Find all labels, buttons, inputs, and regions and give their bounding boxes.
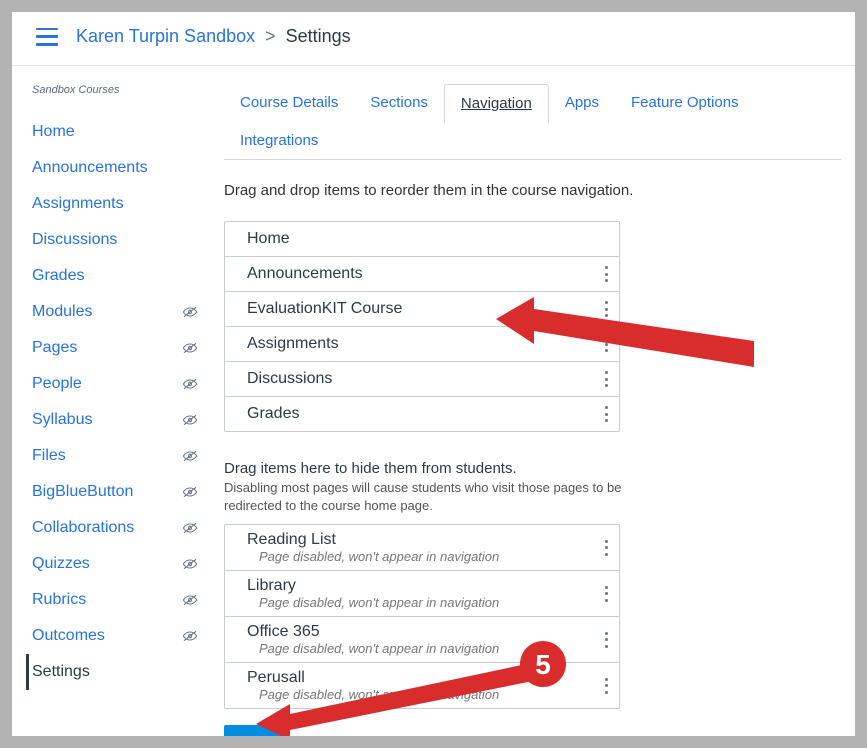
breadcrumb-current: Settings: [286, 26, 351, 47]
hidden-nav-item-label: Office 365: [247, 623, 499, 641]
drag-instruction: Drag and drop items to reorder them in t…: [224, 182, 841, 199]
sidebar-title: Sandbox Courses: [26, 84, 204, 114]
sidebar-item-rubrics[interactable]: Rubrics: [26, 582, 204, 618]
tab-apps[interactable]: Apps: [549, 84, 615, 122]
hidden-nav-item-note: Page disabled, won't appear in navigatio…: [247, 687, 499, 702]
nav-item-label: Discussions: [247, 370, 332, 388]
nav-item-row[interactable]: Grades: [225, 396, 619, 431]
hide-instruction: Drag items here to hide them from studen…: [224, 460, 841, 477]
kebab-menu-icon[interactable]: [605, 632, 609, 648]
hidden-nav-item-row[interactable]: LibraryPage disabled, won't appear in na…: [225, 570, 619, 616]
sidebar-item-label: Files: [32, 447, 66, 465]
tab-integrations[interactable]: Integrations: [224, 122, 334, 159]
sidebar-item-label: BigBlueButton: [32, 483, 133, 501]
settings-main: Course DetailsSectionsNavigationAppsFeat…: [204, 84, 841, 736]
sidebar-item-discussions[interactable]: Discussions: [26, 222, 204, 258]
kebab-menu-icon[interactable]: [605, 406, 609, 422]
sidebar-item-people[interactable]: People: [26, 366, 204, 402]
hidden-nav-item-label: Reading List: [247, 531, 499, 549]
hidden-eye-icon: [182, 306, 198, 318]
tab-navigation[interactable]: Navigation: [444, 84, 549, 123]
kebab-menu-icon[interactable]: [605, 371, 609, 387]
sidebar-item-pages[interactable]: Pages: [26, 330, 204, 366]
breadcrumb-separator: >: [265, 26, 276, 47]
sidebar-item-announcements[interactable]: Announcements: [26, 150, 204, 186]
nav-item-row[interactable]: Assignments: [225, 326, 619, 361]
hidden-navigation-list: Reading ListPage disabled, won't appear …: [224, 524, 620, 709]
sidebar-item-grades[interactable]: Grades: [26, 258, 204, 294]
hidden-nav-item-row[interactable]: Office 365Page disabled, won't appear in…: [225, 616, 619, 662]
sidebar-item-collaborations[interactable]: Collaborations: [26, 510, 204, 546]
hidden-nav-item-label: Library: [247, 577, 499, 595]
nav-item-row[interactable]: EvaluationKIT Course: [225, 291, 619, 326]
sidebar-item-label: Pages: [32, 339, 77, 357]
tab-course-details[interactable]: Course Details: [224, 84, 354, 122]
hidden-eye-icon: [182, 630, 198, 642]
hidden-eye-icon: [182, 594, 198, 606]
sidebar-item-label: Outcomes: [32, 627, 105, 645]
hamburger-menu-icon[interactable]: [36, 28, 58, 46]
hidden-nav-item-label: Perusall: [247, 669, 499, 687]
sidebar-item-label: Discussions: [32, 231, 117, 249]
sidebar-item-label: Quizzes: [32, 555, 90, 573]
hidden-eye-icon: [182, 522, 198, 534]
sidebar-item-label: Syllabus: [32, 411, 92, 429]
sidebar-item-label: Settings: [32, 663, 90, 681]
kebab-menu-icon[interactable]: [605, 678, 609, 694]
hidden-eye-icon: [182, 450, 198, 462]
sidebar-item-home[interactable]: Home: [26, 114, 204, 150]
nav-item-label: EvaluationKIT Course: [247, 300, 402, 318]
settings-tabs: Course DetailsSectionsNavigationAppsFeat…: [224, 84, 841, 160]
nav-item-row[interactable]: Announcements: [225, 256, 619, 291]
hide-subtext: Disabling most pages will cause students…: [224, 479, 624, 514]
kebab-menu-icon[interactable]: [605, 301, 609, 317]
hidden-nav-item-note: Page disabled, won't appear in navigatio…: [247, 641, 499, 656]
hidden-nav-item-note: Page disabled, won't appear in navigatio…: [247, 549, 499, 564]
sidebar-item-outcomes[interactable]: Outcomes: [26, 618, 204, 654]
save-button[interactable]: Save: [224, 725, 290, 736]
sidebar-item-bigbluebutton[interactable]: BigBlueButton: [26, 474, 204, 510]
sidebar-item-assignments[interactable]: Assignments: [26, 186, 204, 222]
hidden-eye-icon: [182, 414, 198, 426]
breadcrumb-course-link[interactable]: Karen Turpin Sandbox: [76, 26, 255, 47]
sidebar-item-label: Announcements: [32, 159, 148, 177]
nav-item-label: Grades: [247, 405, 299, 423]
enabled-navigation-list: Home Announcements EvaluationKIT Course Ass…: [224, 221, 620, 432]
kebab-menu-icon[interactable]: [605, 540, 609, 556]
kebab-menu-icon[interactable]: [605, 266, 609, 282]
sidebar-item-label: Assignments: [32, 195, 124, 213]
sidebar-item-settings[interactable]: Settings: [26, 654, 204, 690]
hidden-eye-icon: [182, 342, 198, 354]
sidebar-item-label: Rubrics: [32, 591, 86, 609]
tab-feature-options[interactable]: Feature Options: [615, 84, 755, 122]
nav-item-label: Announcements: [247, 265, 363, 283]
sidebar-item-modules[interactable]: Modules: [26, 294, 204, 330]
hidden-nav-item-row[interactable]: Reading ListPage disabled, won't appear …: [225, 525, 619, 570]
hidden-eye-icon: [182, 378, 198, 390]
sidebar-item-label: People: [32, 375, 82, 393]
sidebar-item-syllabus[interactable]: Syllabus: [26, 402, 204, 438]
hidden-eye-icon: [182, 486, 198, 498]
nav-item-label: Home: [247, 230, 290, 248]
nav-item-row[interactable]: Discussions: [225, 361, 619, 396]
tab-sections[interactable]: Sections: [354, 84, 444, 122]
course-sidebar: Sandbox Courses Home Announcements Assignm…: [26, 84, 204, 736]
kebab-menu-icon[interactable]: [605, 586, 609, 602]
sidebar-item-label: Home: [32, 123, 75, 141]
breadcrumb: Karen Turpin Sandbox > Settings: [76, 26, 351, 47]
sidebar-item-label: Modules: [32, 303, 92, 321]
nav-item-label: Assignments: [247, 335, 339, 353]
sidebar-item-label: Collaborations: [32, 519, 134, 537]
sidebar-item-files[interactable]: Files: [26, 438, 204, 474]
hidden-nav-item-row[interactable]: PerusallPage disabled, won't appear in n…: [225, 662, 619, 708]
hidden-nav-item-note: Page disabled, won't appear in navigatio…: [247, 595, 499, 610]
sidebar-item-label: Grades: [32, 267, 84, 285]
kebab-menu-icon[interactable]: [605, 336, 609, 352]
sidebar-item-quizzes[interactable]: Quizzes: [26, 546, 204, 582]
nav-item-row[interactable]: Home: [225, 222, 619, 256]
hidden-eye-icon: [182, 558, 198, 570]
